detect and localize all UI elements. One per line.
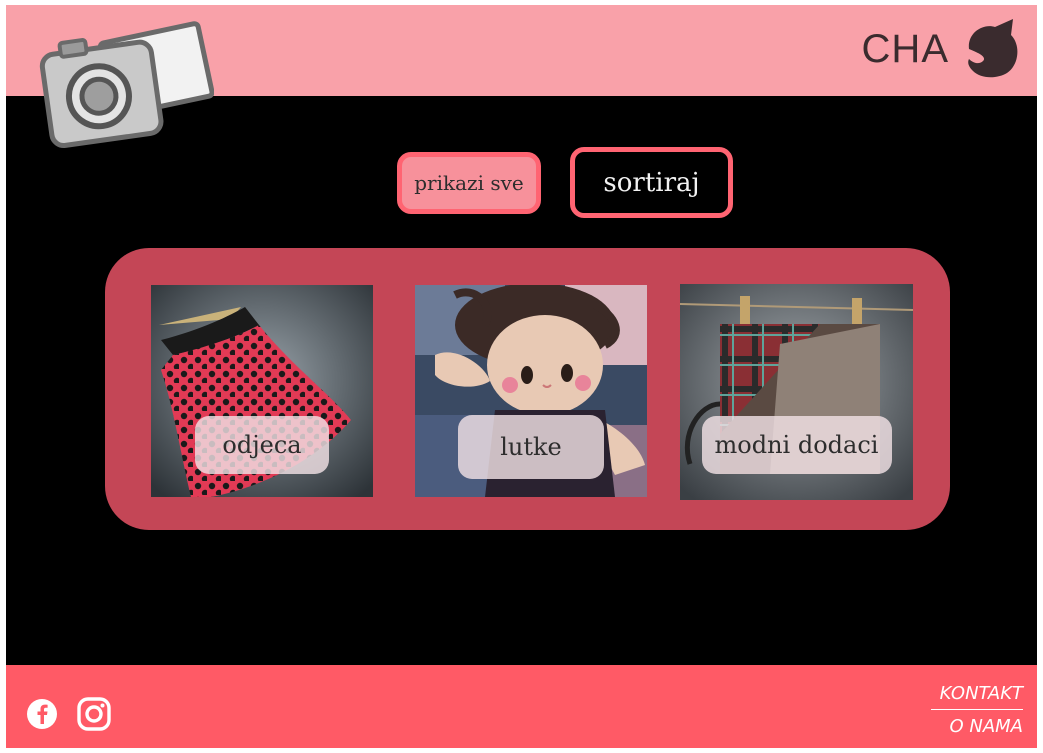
sort-button[interactable]: sortiraj — [570, 147, 733, 218]
category-label-clothing: odjeca — [195, 416, 329, 474]
site-footer: KONTAKT O NAMA — [6, 665, 1037, 748]
category-card-accessories[interactable]: modni dodaci — [680, 284, 913, 500]
filter-bar: prikazi sve sortiraj — [6, 147, 1037, 227]
camera-photos-icon[interactable] — [34, 19, 214, 159]
category-card-clothing[interactable]: odjeca — [151, 285, 373, 497]
social-links — [26, 696, 112, 732]
category-panel: odjeca lutke modni dodaci — [105, 248, 950, 530]
cat-head-icon — [968, 19, 1018, 78]
footer-divider — [931, 709, 1023, 710]
footer-links: KONTAKT O NAMA — [931, 683, 1023, 737]
contact-link[interactable]: KONTAKT — [931, 683, 1023, 704]
brand-text: CHA — [861, 26, 949, 71]
category-label-accessories: modni dodaci — [701, 416, 892, 474]
about-us-link[interactable]: O NAMA — [931, 716, 1023, 737]
facebook-icon[interactable] — [26, 698, 58, 730]
instagram-icon[interactable] — [76, 696, 112, 732]
page-frame: CHA prikazi sve sortiraj odjeca lutke mo… — [6, 5, 1037, 748]
category-label-dolls: lutke — [458, 415, 604, 479]
show-all-button[interactable]: prikazi sve — [397, 152, 541, 214]
brand-logo[interactable]: CHA — [862, 19, 1023, 79]
category-card-dolls[interactable]: lutke — [415, 285, 647, 497]
